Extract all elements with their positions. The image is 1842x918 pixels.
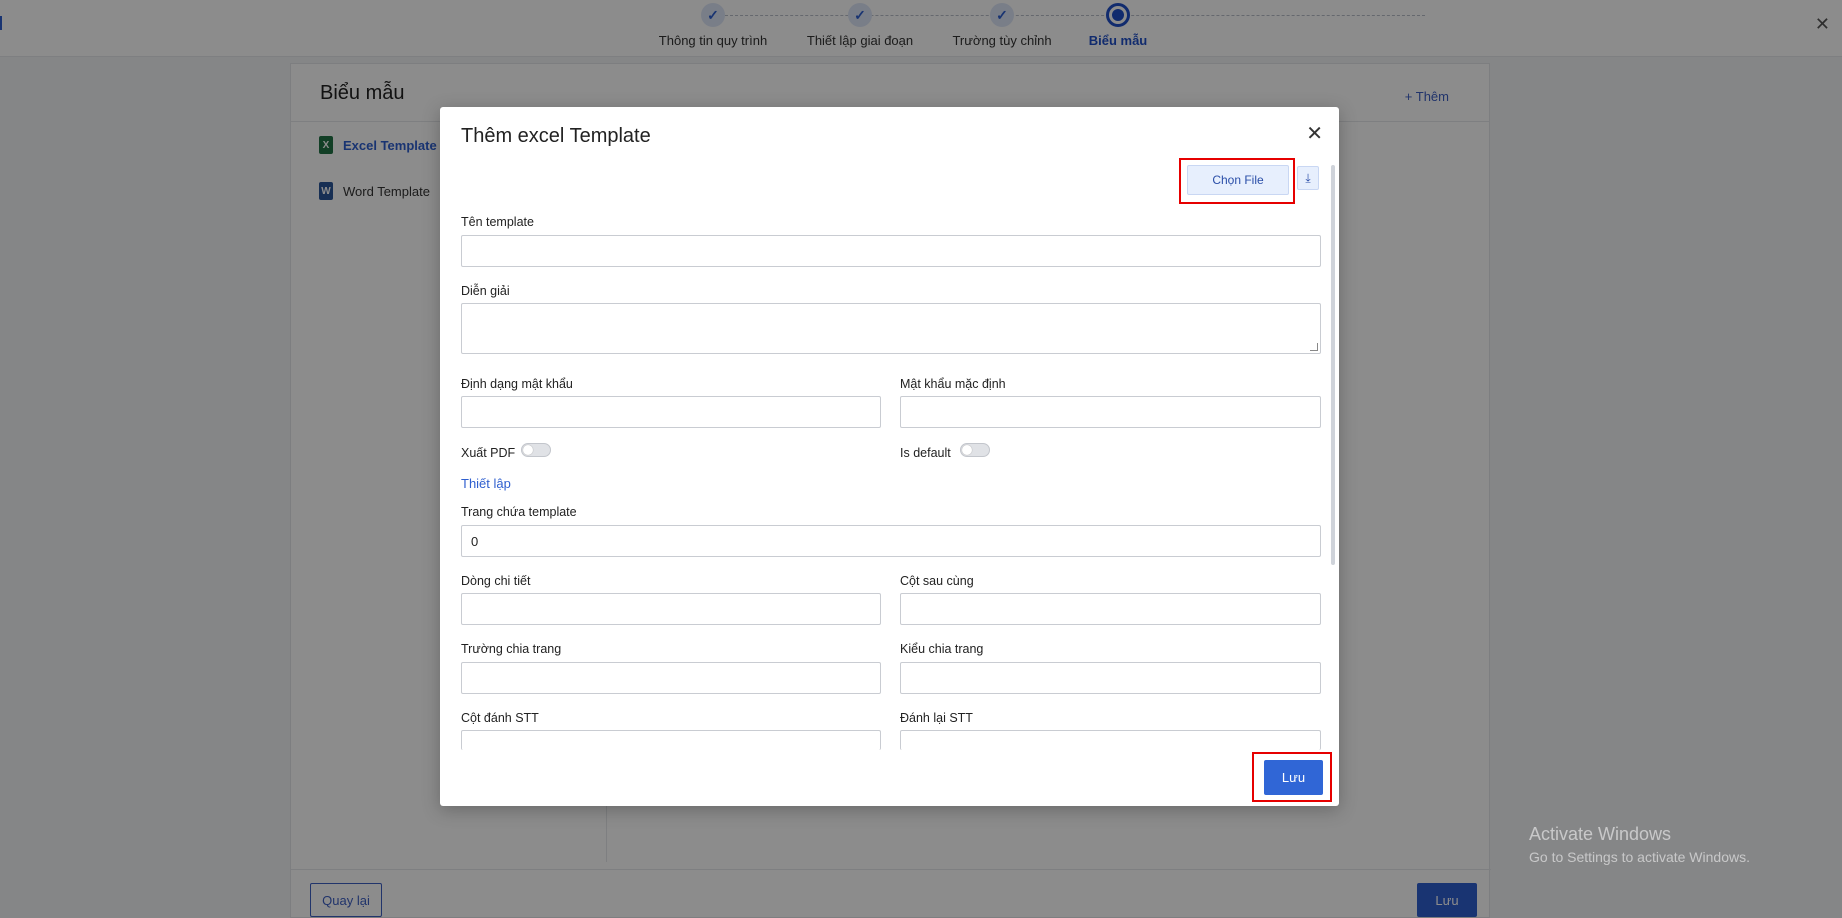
default-password-input[interactable] (900, 396, 1321, 428)
renumber-stt-input[interactable] (900, 730, 1321, 750)
template-name-input[interactable] (461, 235, 1321, 267)
download-icon[interactable]: ⤓ (1297, 166, 1319, 190)
renumber-stt-label: Đánh lại STT (900, 711, 973, 725)
password-format-input[interactable] (461, 396, 881, 428)
description-label: Diễn giải (461, 284, 510, 298)
export-pdf-toggle[interactable] (521, 443, 551, 457)
page-break-field-input[interactable] (461, 662, 881, 694)
default-password-label: Mật khẩu mặc định (900, 377, 1006, 391)
page-break-type-label: Kiểu chia trang (900, 642, 984, 656)
is-default-label: Is default (900, 446, 951, 460)
resize-handle-icon[interactable] (1310, 343, 1318, 351)
password-format-label: Định dạng mật khẩu (461, 377, 573, 391)
detail-row-label: Dòng chi tiết (461, 574, 531, 588)
save-highlight (1252, 752, 1332, 802)
template-sheet-label: Trang chứa template (461, 505, 577, 519)
detail-row-input[interactable] (461, 593, 881, 625)
windows-activation-watermark: Activate Windows Go to Settings to activ… (1529, 824, 1750, 865)
watermark-title: Activate Windows (1529, 824, 1672, 844)
is-default-toggle[interactable] (960, 443, 990, 457)
stt-column-label: Cột đánh STT (461, 711, 539, 725)
export-pdf-label: Xuất PDF (461, 446, 516, 460)
watermark-subtitle: Go to Settings to activate Windows. (1529, 849, 1750, 865)
stt-column-input[interactable] (461, 730, 881, 750)
page-break-type-input[interactable] (900, 662, 1321, 694)
dialog-title: Thêm excel Template (461, 125, 651, 147)
template-sheet-input[interactable]: 0 (461, 525, 1321, 557)
page-break-field-label: Trường chia trang (461, 642, 562, 656)
template-name-label: Tên template (461, 215, 534, 229)
choose-file-highlight (1179, 158, 1295, 204)
description-textarea[interactable] (461, 303, 1321, 354)
add-excel-template-dialog: Thêm excel Template ✕ Chọn File ⤓ Tên te… (440, 107, 1339, 806)
close-icon[interactable]: ✕ (1306, 124, 1323, 144)
dialog-scrollbar[interactable] (1331, 165, 1335, 565)
last-column-input[interactable] (900, 593, 1321, 625)
last-column-label: Cột sau cùng (900, 574, 974, 588)
setup-link[interactable]: Thiết lập (461, 476, 511, 491)
